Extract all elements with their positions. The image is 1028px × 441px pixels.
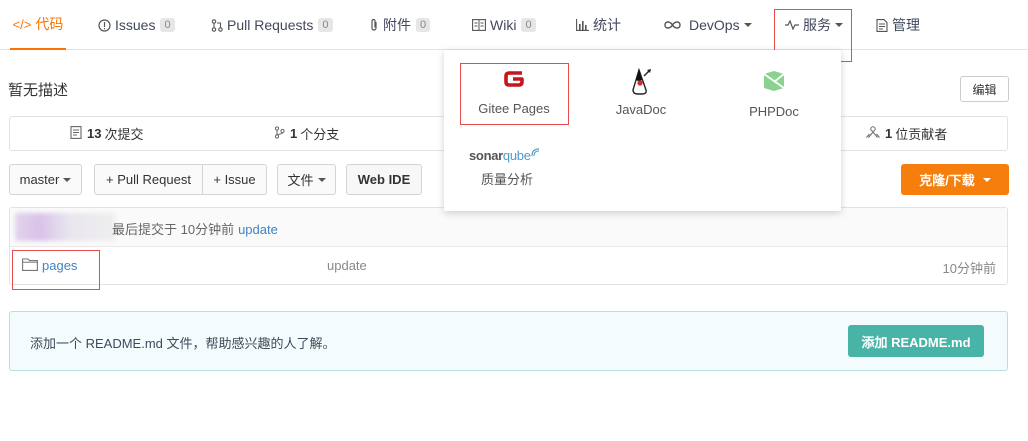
last-commit-link[interactable]: update (238, 222, 278, 237)
service-label: JavaDoc (615, 102, 667, 117)
edit-description-button[interactable]: 编辑 (960, 76, 1009, 102)
contributors-icon (866, 126, 880, 141)
tab-label: Wiki (490, 17, 517, 33)
contributors-count: 1 (885, 126, 893, 141)
wiki-count-badge: 0 (521, 18, 536, 32)
file-commit-time: 10分钟前 (942, 261, 996, 276)
file-menu-label: 文件 (287, 173, 314, 188)
tab-wiki[interactable]: Wiki 0 (472, 0, 536, 50)
file-menu-button[interactable]: 文件 (277, 164, 336, 195)
pull-request-icon (211, 18, 223, 32)
file-commit-message[interactable]: update (327, 258, 367, 273)
branches-stat[interactable]: 1 个分支 (274, 117, 339, 150)
commit-list-icon (70, 125, 82, 142)
branches-count: 1 (290, 126, 298, 141)
paperclip-icon (369, 18, 379, 32)
tab-issues[interactable]: Issues 0 (98, 0, 175, 50)
clone-label: 克隆/下载 (919, 173, 975, 188)
service-phpdoc[interactable]: PHPDoc (741, 70, 807, 119)
tab-code[interactable]: </> 代码 (10, 0, 66, 50)
tab-label: 代码 (35, 16, 64, 32)
info-circle-icon (98, 18, 111, 32)
chevron-down-icon (982, 177, 991, 182)
java-duke-icon (632, 68, 651, 95)
infinity-icon (663, 20, 682, 30)
tab-label: DevOps (689, 17, 740, 33)
service-quality-analysis[interactable]: sonarqube 质量分析 (469, 148, 551, 188)
table-row[interactable]: pages update 10分钟前 (10, 247, 1007, 285)
phpdoc-icon (763, 71, 785, 91)
code-icon: </> (12, 16, 32, 32)
tab-label: 附件 (383, 17, 411, 33)
branch-icon (274, 125, 285, 142)
tab-pull-requests[interactable]: Pull Requests 0 (211, 0, 333, 50)
tab-statistics[interactable]: 统计 (576, 0, 621, 50)
file-table: 最后提交于 10分钟前 update pages update 10分钟前 (9, 207, 1008, 285)
tab-label: Issues (115, 17, 156, 33)
service-label: PHPDoc (749, 104, 799, 119)
contributors-label: 位贡献者 (895, 127, 948, 142)
service-javadoc[interactable]: JavaDoc (604, 68, 678, 117)
highlight-box-gitee-pages (460, 63, 569, 125)
sonarqube-logo: sonarqube (469, 148, 551, 163)
chevron-down-icon (317, 177, 326, 182)
last-commit-row: 最后提交于 10分钟前 update (10, 208, 1007, 247)
tab-devops[interactable]: DevOps (663, 0, 752, 50)
branch-name: master (19, 172, 60, 187)
avatar[interactable] (15, 213, 115, 241)
tab-attachments[interactable]: 附件 0 (369, 0, 431, 50)
readme-banner: 添加一个 README.md 文件，帮助感兴趣的人了解。 添加 README.m… (9, 311, 1008, 371)
readme-hint: 添加一个 README.md 文件，帮助感兴趣的人了解。 (30, 336, 336, 351)
add-readme-button[interactable]: 添加 README.md (848, 325, 984, 357)
settings-doc-icon (876, 18, 888, 32)
new-pull-request-button[interactable]: + Pull Request (94, 164, 203, 195)
web-ide-button[interactable]: Web IDE (346, 164, 422, 195)
wiki-icon (472, 19, 486, 31)
tab-manage[interactable]: 管理 (876, 0, 920, 50)
issues-count-badge: 0 (160, 18, 175, 32)
pull-requests-count-badge: 0 (318, 18, 333, 32)
commits-stat[interactable]: 13 次提交 (70, 117, 143, 150)
chevron-down-icon (743, 23, 752, 27)
repo-description: 暂无描述 (8, 82, 69, 99)
commits-count: 13 (87, 126, 102, 141)
attachments-count-badge: 0 (416, 18, 431, 32)
last-commit-info: 最后提交于 10分钟前 update (112, 219, 278, 238)
tab-label: 统计 (593, 17, 621, 33)
last-commit-prefix: 最后提交于 10分钟前 (112, 222, 235, 237)
tab-label: 管理 (892, 17, 920, 33)
branches-label: 个分支 (300, 127, 340, 142)
service-label: 质量分析 (481, 172, 534, 187)
contributors-stat[interactable]: 1 位贡献者 (866, 117, 947, 150)
clone-download-button[interactable]: 克隆/下载 (901, 164, 1009, 195)
chevron-down-icon (63, 177, 72, 182)
tab-label: Pull Requests (227, 17, 314, 33)
new-issue-button[interactable]: + Issue (202, 164, 267, 195)
branch-select[interactable]: master (9, 164, 82, 195)
repo-nav-bar: </> 代码 Issues 0 Pull Requests 0 附件 0 Wik… (0, 0, 1028, 62)
commits-label: 次提交 (104, 127, 144, 142)
highlight-box-pages (12, 250, 100, 290)
bar-chart-icon (576, 19, 589, 31)
